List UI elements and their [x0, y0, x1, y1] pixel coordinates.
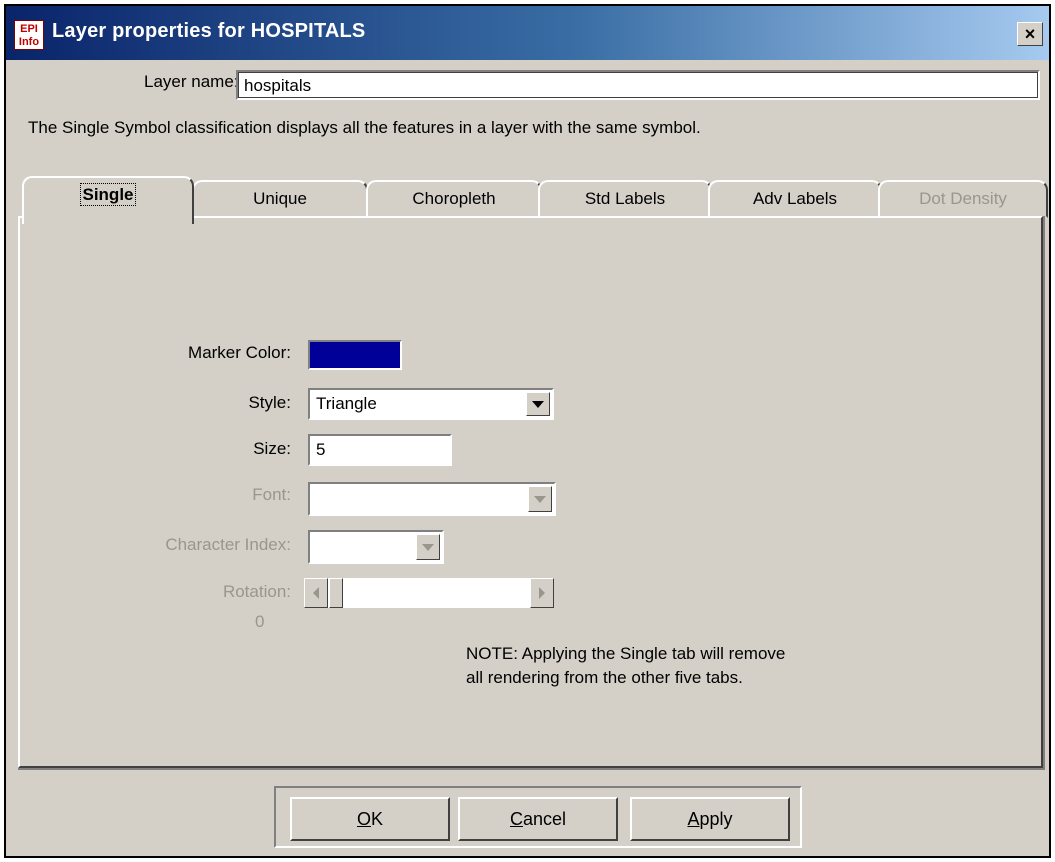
font-select: [308, 482, 556, 516]
ok-button[interactable]: OK: [290, 797, 450, 841]
chevron-down-icon: [422, 543, 434, 551]
scroll-left-button: [304, 578, 328, 608]
style-select-value: Triangle: [316, 394, 377, 413]
apply-mnemonic: A: [687, 809, 700, 829]
ok-mnemonic: O: [356, 809, 371, 829]
character-index-select: [308, 530, 444, 564]
size-label: Size:: [253, 439, 291, 458]
cancel-button[interactable]: Cancel: [458, 797, 618, 841]
tab-adv-labels-label: Adv Labels: [752, 189, 838, 208]
style-select[interactable]: Triangle: [308, 388, 554, 420]
classification-description: The Single Symbol classification display…: [28, 118, 701, 137]
size-input[interactable]: 5: [308, 434, 452, 466]
rotation-label: Rotation:: [222, 582, 291, 601]
character-index-dropdown-button: [416, 534, 440, 560]
chevron-down-icon: [534, 495, 546, 503]
arrow-left-icon: [313, 587, 319, 599]
window-title: Layer properties for HOSPITALS: [52, 20, 366, 42]
tab-std-labels-label: Std Labels: [584, 189, 666, 208]
rotation-scroll-thumb: [329, 578, 343, 608]
note-text: NOTE: Applying the Single tab will remov…: [466, 642, 785, 690]
arrow-right-icon: [539, 587, 545, 599]
tab-unique-label: Unique: [253, 189, 307, 208]
apply-label-rest: pply: [699, 809, 733, 829]
tab-std-labels[interactable]: Std Labels: [538, 180, 712, 218]
tab-choropleth-label: Choropleth: [412, 189, 496, 208]
style-label: Style:: [248, 393, 291, 412]
character-index-label: Character Index:: [165, 535, 291, 554]
title-bar[interactable]: EPI Info Layer properties for HOSPITALS …: [6, 6, 1049, 60]
tab-choropleth[interactable]: Choropleth: [366, 180, 542, 218]
tab-single[interactable]: Single: [22, 176, 194, 224]
rotation-scrollbar: [304, 578, 554, 608]
cancel-mnemonic: C: [509, 809, 523, 829]
marker-color-swatch[interactable]: [308, 340, 402, 370]
font-dropdown-button: [528, 486, 552, 512]
app-icon: EPI Info: [14, 20, 44, 50]
tab-unique[interactable]: Unique: [192, 180, 368, 218]
layer-name-input[interactable]: hospitals: [236, 70, 1040, 100]
style-dropdown-button[interactable]: [526, 392, 550, 416]
close-button[interactable]: ×: [1017, 22, 1043, 46]
chevron-down-icon: [532, 400, 544, 408]
ok-label-rest: K: [371, 809, 384, 829]
scroll-right-button: [530, 578, 554, 608]
font-label: Font:: [252, 485, 291, 504]
cancel-label-rest: ancel: [522, 809, 567, 829]
apply-button[interactable]: Apply: [630, 797, 790, 841]
tab-dot-density-label: Dot Density: [919, 189, 1007, 208]
rotation-value: 0: [255, 612, 265, 631]
tab-dot-density: Dot Density: [878, 180, 1048, 218]
note-line-2: all rendering from the other five tabs.: [466, 668, 743, 687]
note-line-1: NOTE: Applying the Single tab will remov…: [466, 644, 786, 663]
tab-single-label: Single: [80, 183, 136, 206]
marker-color-label: Marker Color:: [188, 343, 291, 362]
tab-adv-labels[interactable]: Adv Labels: [708, 180, 882, 218]
layer-name-label: Layer name:: [144, 72, 239, 91]
